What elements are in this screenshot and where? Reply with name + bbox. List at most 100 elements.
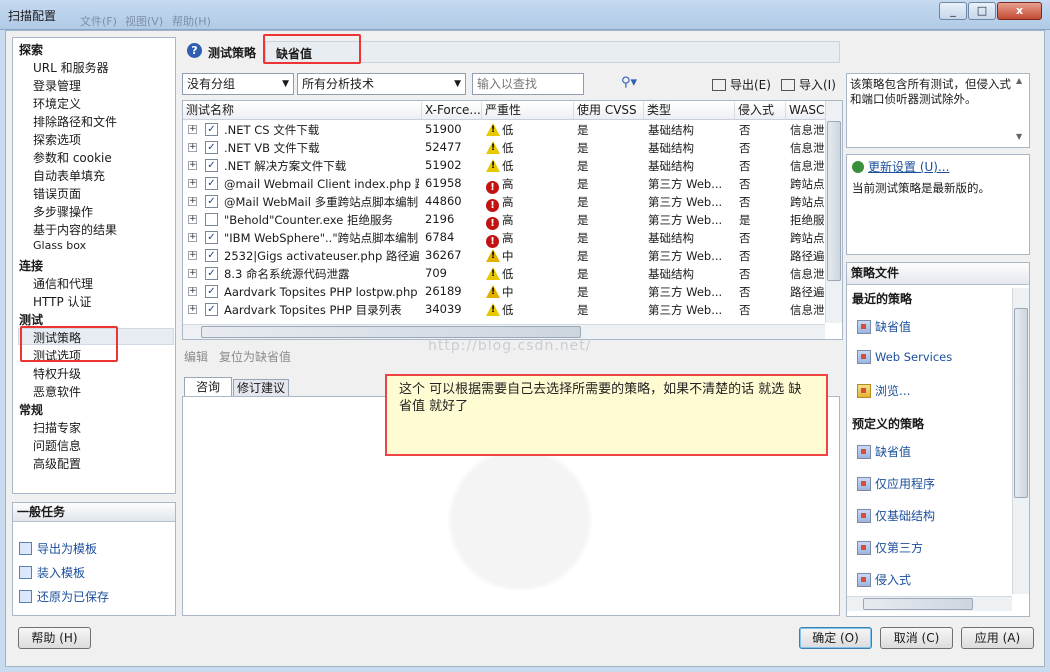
table-vscroll-thumb[interactable]: [827, 121, 841, 281]
close-button[interactable]: x: [997, 2, 1042, 20]
expand-icon[interactable]: +: [188, 197, 197, 206]
cancel-button[interactable]: 取消 (C): [880, 627, 953, 649]
nav-item-env[interactable]: 环境定义: [33, 95, 81, 112]
help-button[interactable]: 帮助 (H): [18, 627, 91, 649]
ok-button[interactable]: 确定 (O): [799, 627, 872, 649]
expand-icon[interactable]: +: [188, 179, 197, 188]
search-icon[interactable]: ⚲▾: [621, 75, 637, 90]
policy-icon: [857, 573, 871, 587]
header-wasc[interactable]: WASC: [786, 102, 826, 120]
row-checkbox[interactable]: ✓: [205, 159, 218, 172]
predef-invasive[interactable]: 侵入式: [857, 571, 911, 588]
tab-advisory[interactable]: 咨询: [184, 377, 232, 397]
nav-item-exclude[interactable]: 排除路径和文件: [33, 113, 117, 130]
recent-default[interactable]: 缺省值: [857, 318, 911, 335]
tab-fix[interactable]: 修订建议: [233, 379, 289, 397]
expand-icon[interactable]: +: [188, 161, 197, 170]
nav-item-proxy[interactable]: 通信和代理: [33, 275, 93, 292]
nav-item-explore-options[interactable]: 探索选项: [33, 131, 81, 148]
minimize-button[interactable]: _: [939, 2, 967, 20]
nav-item-scan-expert[interactable]: 扫描专家: [33, 419, 81, 436]
task-load-template[interactable]: 装入模板: [19, 564, 85, 581]
table-row[interactable]: + ✓ .NET 解决方案文件下载 51902! 低是基础结构否信息泄: [184, 157, 844, 175]
desc-scroll-up[interactable]: ▲: [1016, 76, 1022, 85]
table-row[interactable]: + ✓ Aardvark Topsites PHP lostpw.php 路 2618…: [184, 283, 844, 301]
row-checkbox[interactable]: ✓: [205, 195, 218, 208]
search-input[interactable]: [472, 73, 584, 95]
import-button[interactable]: 导入(I): [781, 76, 836, 93]
nav-item-advanced[interactable]: 高级配置: [33, 455, 81, 472]
cell-severity: ! 中: [486, 284, 572, 300]
table-vscroll[interactable]: [825, 101, 842, 323]
nav-item-privilege[interactable]: 特权升级: [33, 365, 81, 382]
apply-button[interactable]: 应用 (A): [961, 627, 1034, 649]
table-row[interactable]: + ✓ 2532|Gigs activateuser.php 路径遍历 36267! 中…: [184, 247, 844, 265]
policy-files-vscroll-thumb[interactable]: [1014, 308, 1028, 498]
policy-files-vscroll[interactable]: [1012, 288, 1029, 594]
expand-icon[interactable]: +: [188, 233, 197, 242]
nav-item-glassbox[interactable]: Glass box: [33, 239, 86, 252]
nav-item-content-results[interactable]: 基于内容的结果: [33, 221, 117, 238]
row-checkbox[interactable]: ✓: [205, 123, 218, 136]
table-row[interactable]: + ✓ "IBM WebSphere".."跨站点脚本编制 6784 ! 高是 基础结构 否 跨…: [184, 229, 844, 248]
nav-item-autofill[interactable]: 自动表单填充: [33, 167, 105, 184]
expand-icon[interactable]: +: [188, 305, 197, 314]
expand-icon[interactable]: +: [188, 143, 197, 152]
header-cvss[interactable]: 使用 CVSS: [574, 102, 644, 120]
export-button[interactable]: 导出(E): [712, 76, 771, 93]
browse-link[interactable]: 浏览...: [857, 382, 910, 399]
group-dropdown[interactable]: 没有分组 ▼: [182, 73, 294, 95]
predef-third-party[interactable]: 仅第三方: [857, 539, 923, 556]
table-hscroll[interactable]: [183, 324, 825, 339]
row-checkbox[interactable]: ✓: [205, 177, 218, 190]
desc-scroll-down[interactable]: ▼: [1016, 132, 1022, 141]
row-checkbox[interactable]: ✓: [205, 249, 218, 262]
row-checkbox[interactable]: ✓: [205, 141, 218, 154]
row-checkbox[interactable]: [205, 213, 218, 226]
nav-item-malware[interactable]: 恶意软件: [33, 383, 81, 400]
policy-files-hscroll[interactable]: [847, 596, 1012, 611]
expand-icon[interactable]: +: [188, 251, 197, 260]
row-checkbox[interactable]: ✓: [205, 231, 218, 244]
nav-item-params-cookie[interactable]: 参数和 cookie: [33, 149, 112, 166]
expand-icon[interactable]: +: [188, 269, 197, 278]
nav-item-url-servers[interactable]: URL 和服务器: [33, 59, 109, 76]
header-severity[interactable]: 严重性: [482, 102, 574, 120]
table-row[interactable]: + ✓ 8.3 命名系统源代码泄露 709! 低是基础结构否信息泄: [184, 265, 844, 283]
update-link[interactable]: 更新设置 (U)...: [852, 158, 949, 175]
cell-name: @Mail WebMail 多重跨站点脚本编制: [224, 195, 419, 209]
policy-files-hscroll-thumb[interactable]: [863, 598, 973, 610]
header-invasive[interactable]: 侵入式: [735, 102, 786, 120]
predef-app-only[interactable]: 仅应用程序: [857, 475, 935, 492]
header-name[interactable]: 测试名称: [183, 102, 422, 120]
header-xforce[interactable]: X-Force...: [422, 102, 482, 120]
edit-link[interactable]: 编辑: [184, 348, 208, 365]
nav-item-http-auth[interactable]: HTTP 认证: [33, 293, 92, 310]
header-type[interactable]: 类型: [644, 102, 735, 120]
row-checkbox[interactable]: ✓: [205, 285, 218, 298]
table-row[interactable]: + ✓ @mail Webmail Client index.php 跨站 61958…: [184, 175, 844, 194]
tech-dropdown[interactable]: 所有分析技术 ▼: [297, 73, 466, 95]
nav-item-issue-info[interactable]: 问题信息: [33, 437, 81, 454]
reset-link[interactable]: 复位为缺省值: [219, 348, 291, 365]
table-row[interactable]: + ✓ @Mail WebMail 多重跨站点脚本编制 44860 ! 高是 第三方 Web…: [184, 193, 844, 212]
expand-icon[interactable]: +: [188, 125, 197, 134]
task-export-template[interactable]: 导出为模板: [19, 540, 97, 557]
recent-web-services[interactable]: Web Services: [857, 350, 952, 364]
predef-infra-only[interactable]: 仅基础结构: [857, 507, 935, 524]
row-checkbox[interactable]: ✓: [205, 267, 218, 280]
nav-item-login[interactable]: 登录管理: [33, 77, 81, 94]
expand-icon[interactable]: +: [188, 215, 197, 224]
expand-icon[interactable]: +: [188, 287, 197, 296]
task-restore[interactable]: 还原为已保存: [19, 588, 109, 605]
predef-default[interactable]: 缺省值: [857, 443, 911, 460]
table-row[interactable]: + ✓ .NET CS 文件下载 51900! 低是基础结构否信息泄: [184, 121, 844, 139]
table-hscroll-thumb[interactable]: [201, 326, 581, 338]
table-row[interactable]: + ✓ .NET VB 文件下载 52477! 低是基础结构否信息泄: [184, 139, 844, 157]
maximize-button[interactable]: □: [968, 2, 996, 20]
table-row[interactable]: + "Behold"Counter.exe 拒绝服务 2196! 高是第三方 Web.…: [184, 211, 844, 230]
nav-item-multistep[interactable]: 多步骤操作: [33, 203, 93, 220]
row-checkbox[interactable]: ✓: [205, 303, 218, 316]
nav-item-error-pages[interactable]: 错误页面: [33, 185, 81, 202]
table-row[interactable]: + ✓ Aardvark Topsites PHP 目录列表 34039! 低是第三方 …: [184, 301, 844, 319]
